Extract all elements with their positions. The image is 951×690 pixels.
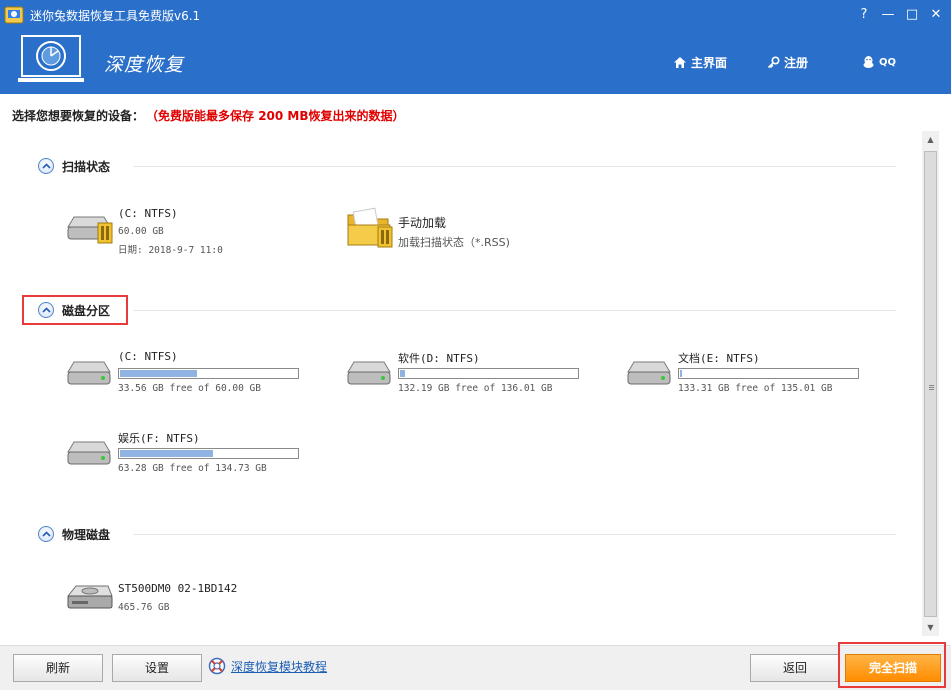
- partition-free-space: 33.56 GB free of 60.00 GB: [118, 383, 261, 394]
- scan-status-item-c[interactable]: (C: NTFS) 60.00 GB 日期: 2018-9-7 11:0: [66, 207, 286, 257]
- brand-title: 深度恢复: [104, 54, 185, 76]
- qq-penguin-icon: [863, 56, 874, 68]
- nav-register[interactable]: 注册: [767, 53, 808, 71]
- scroll-grip-icon: [929, 385, 934, 386]
- nav-home-label: 主界面: [691, 55, 728, 70]
- collapse-chevron-icon[interactable]: [38, 302, 54, 318]
- usage-bar: [678, 368, 859, 379]
- scan-date: 日期: 2018-9-7 11:0: [118, 245, 223, 256]
- section-partitions-header[interactable]: 磁盘分区: [38, 301, 110, 319]
- nav-qq-label: QQ: [879, 56, 897, 68]
- header: 深度恢复 主界面 注册 QQ: [0, 30, 951, 94]
- key-icon: [767, 55, 780, 68]
- manual-load-item[interactable]: 手动加载 加载扫描状态（*.RSS): [346, 207, 566, 257]
- section-scan-status-title: 扫描状态: [62, 159, 111, 174]
- nav-qq[interactable]: QQ: [862, 53, 896, 71]
- partition-free-space: 133.31 GB free of 135.01 GB: [678, 383, 833, 394]
- usage-bar: [118, 448, 299, 459]
- nav-register-label: 注册: [784, 55, 809, 70]
- full-scan-highlight: [838, 642, 946, 688]
- back-button[interactable]: 返回: [750, 654, 840, 682]
- partition-item-e[interactable]: 文档(E: NTFS) 133.31 GB free of 135.01 GB: [626, 350, 866, 396]
- lifebuoy-icon: [208, 657, 226, 675]
- usage-bar-fill: [680, 370, 682, 377]
- collapse-chevron-icon[interactable]: [38, 158, 54, 174]
- hard-drive-icon: [67, 361, 111, 385]
- collapse-chevron-icon[interactable]: [38, 526, 54, 542]
- manual-load-title: 手动加载: [398, 216, 447, 230]
- hard-drive-icon: [67, 441, 111, 465]
- usage-bar-fill: [120, 450, 213, 457]
- nav-home[interactable]: 主界面: [673, 53, 727, 71]
- close-button[interactable]: ✕: [924, 4, 948, 26]
- scroll-down-arrow-icon[interactable]: ▼: [922, 619, 939, 636]
- hard-drive-icon: [627, 361, 671, 385]
- folder-icon: [347, 207, 393, 248]
- partition-free-space: 63.28 GB free of 134.73 GB: [118, 463, 267, 474]
- physical-disk-name: ST500DM0 02-1BD142: [118, 582, 238, 595]
- hard-drive-icon: [347, 361, 391, 385]
- settings-button[interactable]: 设置: [112, 654, 202, 682]
- section-divider: [134, 310, 896, 311]
- partition-name: 娱乐(F: NTFS): [118, 432, 200, 445]
- partition-item-c[interactable]: (C: NTFS) 33.56 GB free of 60.00 GB: [66, 350, 306, 396]
- partition-name: 软件(D: NTFS): [398, 352, 480, 365]
- instruction-line: 选择您想要恢复的设备： （免费版能最多保存 200 MB恢复出来的数据）: [12, 107, 405, 124]
- physical-disk-item[interactable]: ST500DM0 02-1BD142 465.76 GB: [66, 582, 306, 618]
- scroll-up-arrow-icon[interactable]: ▲: [922, 131, 939, 148]
- usage-bar: [118, 368, 299, 379]
- usage-bar: [398, 368, 579, 379]
- home-icon: [674, 56, 686, 68]
- drive-size: 60.00 GB: [118, 226, 164, 237]
- physical-disk-size: 465.76 GB: [118, 602, 170, 613]
- title-bar: 迷你兔数据恢复工具免费版v6.1 ? — □ ✕: [0, 0, 951, 30]
- hard-drive-icon: [67, 216, 113, 244]
- scroll-thumb[interactable]: [924, 151, 937, 617]
- monitor-logo-icon: [18, 35, 84, 82]
- maximize-button[interactable]: □: [900, 4, 924, 26]
- drive-name: (C: NTFS): [118, 207, 178, 220]
- section-scan-status-header[interactable]: 扫描状态: [38, 157, 110, 175]
- partition-item-d[interactable]: 软件(D: NTFS) 132.19 GB free of 136.01 GB: [346, 350, 586, 396]
- partition-free-space: 132.19 GB free of 136.01 GB: [398, 383, 553, 394]
- usage-bar-fill: [400, 370, 405, 377]
- manual-load-desc: 加载扫描状态（*.RSS): [398, 236, 510, 249]
- free-limit-warning: （免费版能最多保存 200 MB恢复出来的数据）: [152, 109, 405, 123]
- app-logo-icon: [4, 6, 24, 24]
- help-button[interactable]: ?: [852, 4, 876, 26]
- refresh-button[interactable]: 刷新: [13, 654, 103, 682]
- section-physical-title: 物理磁盘: [62, 527, 111, 542]
- tutorial-link-label[interactable]: 深度恢复模块教程: [231, 658, 327, 675]
- tutorial-link[interactable]: 深度恢复模块教程: [208, 657, 327, 675]
- section-divider: [134, 166, 896, 167]
- section-partitions-title: 磁盘分区: [62, 303, 111, 318]
- window-title: 迷你兔数据恢复工具免费版v6.1: [30, 9, 201, 23]
- physical-disk-icon: [66, 585, 113, 609]
- instruction-label: 选择您想要恢复的设备：: [12, 109, 145, 123]
- partition-name: 文档(E: NTFS): [678, 352, 760, 365]
- bottom-toolbar: 刷新 设置 返回 完全扫描: [0, 645, 951, 690]
- section-divider: [134, 534, 896, 535]
- partition-item-f[interactable]: 娱乐(F: NTFS) 63.28 GB free of 134.73 GB: [66, 430, 306, 476]
- minimize-button[interactable]: —: [876, 4, 900, 26]
- partition-name: (C: NTFS): [118, 350, 178, 363]
- vertical-scrollbar[interactable]: ▲ ▼: [922, 131, 939, 636]
- section-physical-header[interactable]: 物理磁盘: [38, 525, 110, 543]
- usage-bar-fill: [120, 370, 197, 377]
